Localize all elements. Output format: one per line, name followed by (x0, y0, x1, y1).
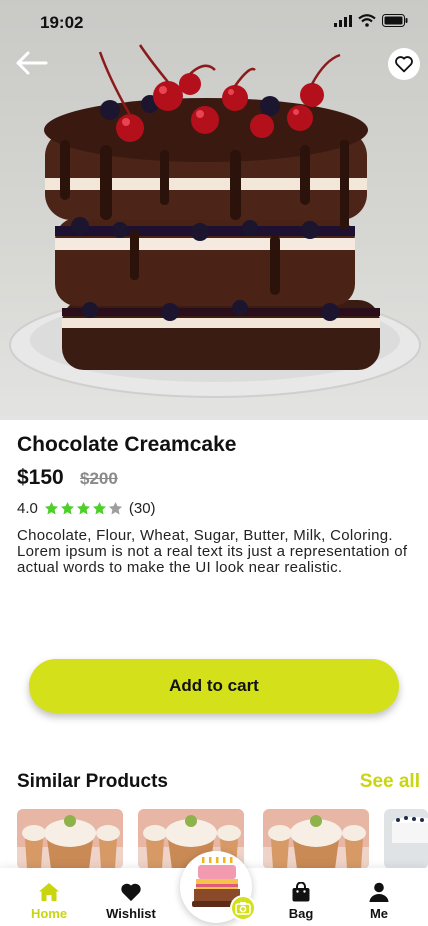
rating-stars (44, 501, 123, 516)
person-icon (369, 882, 389, 902)
camera-icon[interactable] (230, 895, 256, 921)
signal-icon (334, 14, 352, 27)
similar-product-thumbnail[interactable] (17, 809, 123, 869)
star-empty-icon (108, 501, 122, 514)
rating-value: 4.0 (17, 499, 38, 517)
rating-count: (30) (128, 499, 156, 517)
star-filled-icon (92, 501, 106, 514)
nav-item-wishlist[interactable]: Wishlist (96, 882, 166, 921)
similar-product-thumbnail[interactable] (384, 809, 428, 869)
nav-label-me: Me (369, 906, 389, 921)
favorite-button[interactable] (388, 48, 420, 80)
similar-products-title: Similar Products (17, 771, 168, 792)
status-icons (334, 14, 408, 27)
nav-item-bag[interactable]: Bag (266, 882, 336, 921)
heart-icon (121, 883, 141, 902)
battery-icon (382, 14, 408, 27)
nav-label-wishlist: Wishlist (106, 906, 156, 921)
product-old-price: $200 (80, 469, 118, 488)
add-to-cart-button[interactable]: Add to cart (29, 659, 399, 713)
nav-label-home: Home (30, 906, 68, 921)
product-price: $150 (17, 466, 64, 489)
status-bar: 19:02 (0, 0, 428, 46)
nav-label-bag: Bag (288, 906, 314, 921)
product-image (0, 0, 428, 420)
status-time: 19:02 (40, 13, 84, 32)
nav-item-me[interactable]: Me (344, 882, 414, 921)
wifi-icon (358, 14, 376, 27)
nav-item-home[interactable]: Home (14, 882, 84, 921)
bag-icon (292, 882, 310, 902)
heart-outline-icon (395, 56, 413, 73)
star-filled-icon (60, 501, 74, 514)
product-description: Chocolate, Flour, Wheat, Sugar, Butter, … (17, 527, 408, 576)
see-all-link[interactable]: See all (360, 771, 420, 793)
similar-product-thumbnail[interactable] (263, 809, 369, 869)
back-button[interactable] (12, 46, 52, 80)
product-title: Chocolate Creamcake (17, 433, 237, 456)
star-filled-icon (76, 501, 90, 514)
arrow-left-icon (16, 51, 48, 75)
rating-row: 4.0 (30) (17, 498, 156, 518)
star-filled-icon (44, 501, 58, 514)
home-icon (39, 883, 59, 901)
